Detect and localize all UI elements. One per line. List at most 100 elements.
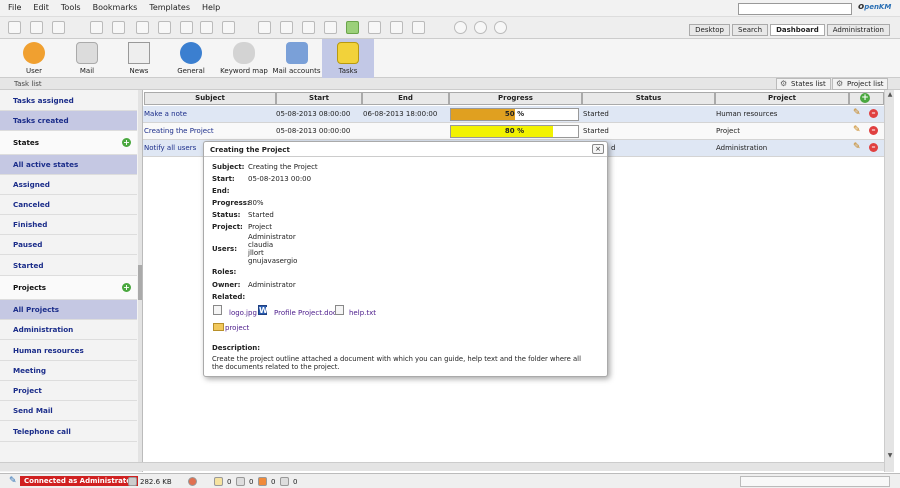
edit-pencil-icon[interactable]: ✎: [853, 126, 862, 135]
section-mail[interactable]: Mail: [61, 39, 113, 78]
column-progress[interactable]: Progress: [449, 92, 582, 105]
delete-icon[interactable]: –: [869, 126, 878, 135]
tab-dashboard[interactable]: Dashboard: [770, 24, 825, 36]
task-start: 05-08-2013 00:00:00: [276, 127, 351, 135]
filter-project-send-mail[interactable]: Send Mail: [0, 401, 137, 421]
filter-project-project[interactable]: Project: [0, 381, 137, 401]
add-property-icon[interactable]: [180, 21, 193, 34]
menu-templates[interactable]: Templates: [149, 3, 190, 12]
add-project-icon[interactable]: +: [122, 283, 131, 292]
project-list-button[interactable]: Project list: [832, 78, 889, 90]
new-document-icon[interactable]: [30, 21, 43, 34]
task-subject[interactable]: Make a note: [144, 110, 187, 118]
edit-pencil-icon[interactable]: ✎: [853, 143, 862, 152]
task-progress-label: 80 %: [504, 127, 525, 135]
filter-project-administration[interactable]: Administration: [0, 320, 137, 340]
filter-paused[interactable]: Paused: [0, 235, 137, 255]
task-subject[interactable]: Creating the Project: [144, 127, 214, 135]
remove-property-icon[interactable]: [200, 21, 213, 34]
add-subscription-icon[interactable]: [324, 21, 337, 34]
section-mail-accounts[interactable]: Mail accounts: [271, 39, 322, 78]
cancel-checkout-icon[interactable]: [136, 21, 149, 34]
menu-bookmarks[interactable]: Bookmarks: [93, 3, 138, 12]
news-status-icon[interactable]: [280, 477, 289, 486]
locked-docs-icon[interactable]: [214, 477, 223, 486]
scroll-down-icon[interactable]: ▼: [886, 452, 894, 460]
filter-all-projects[interactable]: All Projects: [0, 300, 137, 320]
filter-tasks-created[interactable]: Tasks created: [0, 111, 137, 131]
filter-tasks-assigned[interactable]: Tasks assigned: [0, 90, 137, 111]
value-owner: Administrator: [248, 281, 296, 289]
close-icon[interactable]: ×: [592, 144, 604, 154]
lock-icon[interactable]: [8, 21, 21, 34]
uploader-icon[interactable]: [412, 21, 425, 34]
forward-icon[interactable]: [494, 21, 507, 34]
column-project[interactable]: Project: [715, 92, 849, 105]
add-state-icon[interactable]: +: [122, 138, 131, 147]
user-status-icon[interactable]: [188, 477, 197, 486]
delete-icon[interactable]: –: [869, 143, 878, 152]
filter-panel-scroll-thumb[interactable]: [138, 265, 142, 300]
download-pdf-icon[interactable]: [280, 21, 293, 34]
column-status[interactable]: Status: [582, 92, 715, 105]
locked-docs-count: 0: [227, 478, 232, 486]
scroll-up-icon[interactable]: ▲: [886, 91, 894, 99]
table-row[interactable]: Creating the Project 05-08-2013 00:00:00…: [143, 123, 884, 140]
menu-file[interactable]: File: [8, 3, 21, 12]
filter-project-telephone-call[interactable]: Telephone call: [0, 421, 137, 442]
refresh-icon[interactable]: [346, 21, 359, 34]
menu-tools[interactable]: Tools: [61, 3, 81, 12]
edit-pencil-icon[interactable]: ✎: [853, 109, 862, 118]
add-task-icon[interactable]: +: [860, 93, 870, 103]
filter-project-human-resources[interactable]: Human resources: [0, 340, 137, 361]
subscribe-icon[interactable]: [222, 21, 235, 34]
label-owner: Owner:: [212, 281, 241, 289]
filter-panel-scrollbar[interactable]: [138, 90, 142, 472]
menu-help[interactable]: Help: [202, 3, 220, 12]
states-list-button[interactable]: States list: [776, 78, 831, 90]
related-doc-help[interactable]: help.txt: [349, 309, 376, 317]
checkin-icon[interactable]: [112, 21, 125, 34]
filter-project-meeting[interactable]: Meeting: [0, 361, 137, 381]
column-subject[interactable]: Subject: [144, 92, 276, 105]
home-icon[interactable]: [368, 21, 381, 34]
filter-finished[interactable]: Finished: [0, 215, 137, 235]
section-keyword-map[interactable]: Keyword map: [217, 39, 271, 78]
scanner-icon[interactable]: [390, 21, 403, 34]
column-start[interactable]: Start: [276, 92, 362, 105]
new-folder-icon[interactable]: [52, 21, 65, 34]
tab-desktop[interactable]: Desktop: [689, 24, 730, 36]
label-users: Users:: [212, 245, 238, 253]
subscriptions-icon[interactable]: [258, 477, 267, 486]
back-icon[interactable]: [454, 21, 467, 34]
filter-canceled[interactable]: Canceled: [0, 195, 137, 215]
quick-search-input[interactable]: [738, 3, 852, 15]
task-start: 05-08-2013 08:00:00: [276, 110, 351, 118]
tab-search[interactable]: Search: [732, 24, 769, 36]
delete-icon[interactable]: –: [869, 109, 878, 118]
workflow-icon[interactable]: [302, 21, 315, 34]
checkout-icon[interactable]: [90, 21, 103, 34]
tab-administration[interactable]: Administration: [826, 24, 890, 36]
task-progress-label: 50 %: [504, 110, 525, 118]
menu-edit[interactable]: Edit: [33, 3, 49, 12]
download-icon[interactable]: [258, 21, 271, 34]
related-doc-logo[interactable]: logo.jpg: [229, 309, 257, 317]
section-news[interactable]: News: [113, 39, 165, 78]
horizontal-scrollbar[interactable]: [0, 462, 884, 471]
table-row[interactable]: Make a note 05-08-2013 08:00:00 06-08-20…: [143, 106, 884, 123]
filter-all-active-states[interactable]: All active states: [0, 155, 137, 175]
filter-started[interactable]: Started: [0, 255, 137, 276]
delete-icon[interactable]: [158, 21, 171, 34]
section-user[interactable]: User: [8, 39, 60, 78]
checkout-docs-icon[interactable]: [236, 477, 245, 486]
section-tasks[interactable]: Tasks: [322, 39, 374, 78]
column-end[interactable]: End: [362, 92, 449, 105]
filter-assigned[interactable]: Assigned: [0, 175, 137, 195]
table-vertical-scrollbar[interactable]: ▲ ▼: [884, 90, 894, 472]
clock-icon[interactable]: [474, 21, 487, 34]
related-folder-project[interactable]: project: [225, 324, 249, 332]
section-general[interactable]: General: [165, 39, 217, 78]
task-subject[interactable]: Notify all users: [144, 144, 196, 152]
related-doc-profile[interactable]: Profile Project.doc: [274, 309, 337, 317]
